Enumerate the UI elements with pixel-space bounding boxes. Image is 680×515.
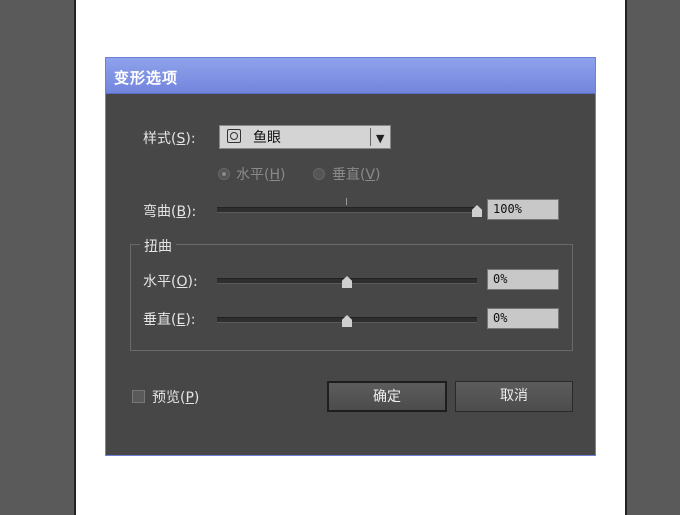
horizontal-radio[interactable] xyxy=(218,168,230,180)
distortion-vertical-label: 垂直(E): xyxy=(143,312,196,328)
distortion-group-title: 扭曲 xyxy=(140,236,176,256)
fisheye-style-icon xyxy=(227,129,241,143)
distortion-horizontal-label: 水平(O): xyxy=(143,274,198,290)
distortion-horizontal-value-input[interactable]: 0% xyxy=(487,269,559,290)
dialog-title: 变形选项 xyxy=(114,69,179,87)
bend-center-tick xyxy=(346,198,347,205)
bend-label: 弯曲(B): xyxy=(143,204,197,220)
bend-slider-track[interactable] xyxy=(217,207,477,213)
bend-value-input[interactable]: 100% xyxy=(487,199,559,220)
select-divider xyxy=(370,128,371,146)
warp-options-dialog: 变形选项 样式(S): 鱼眼 ▼ 水平(H) 垂直(V) 弯曲(B): 100%… xyxy=(105,57,596,456)
vertical-radio-label: 垂直(V) xyxy=(332,167,381,183)
horizontal-radio-label: 水平(H) xyxy=(236,167,286,183)
cancel-button[interactable]: 取消 xyxy=(455,381,573,412)
style-select[interactable]: 鱼眼 ▼ xyxy=(219,125,391,149)
preview-checkbox[interactable] xyxy=(132,390,145,403)
distortion-vertical-value-input[interactable]: 0% xyxy=(487,308,559,329)
style-label: 样式(S): xyxy=(143,131,196,147)
canvas-right-margin xyxy=(625,0,680,515)
style-select-value: 鱼眼 xyxy=(253,130,281,146)
dialog-titlebar[interactable]: 变形选项 xyxy=(106,58,595,94)
chevron-down-icon: ▼ xyxy=(376,132,385,145)
distortion-group xyxy=(130,244,573,351)
preview-label: 预览(P) xyxy=(152,390,200,406)
canvas-left-margin xyxy=(0,0,76,515)
vertical-radio[interactable] xyxy=(313,168,325,180)
ok-button[interactable]: 确定 xyxy=(327,381,447,412)
